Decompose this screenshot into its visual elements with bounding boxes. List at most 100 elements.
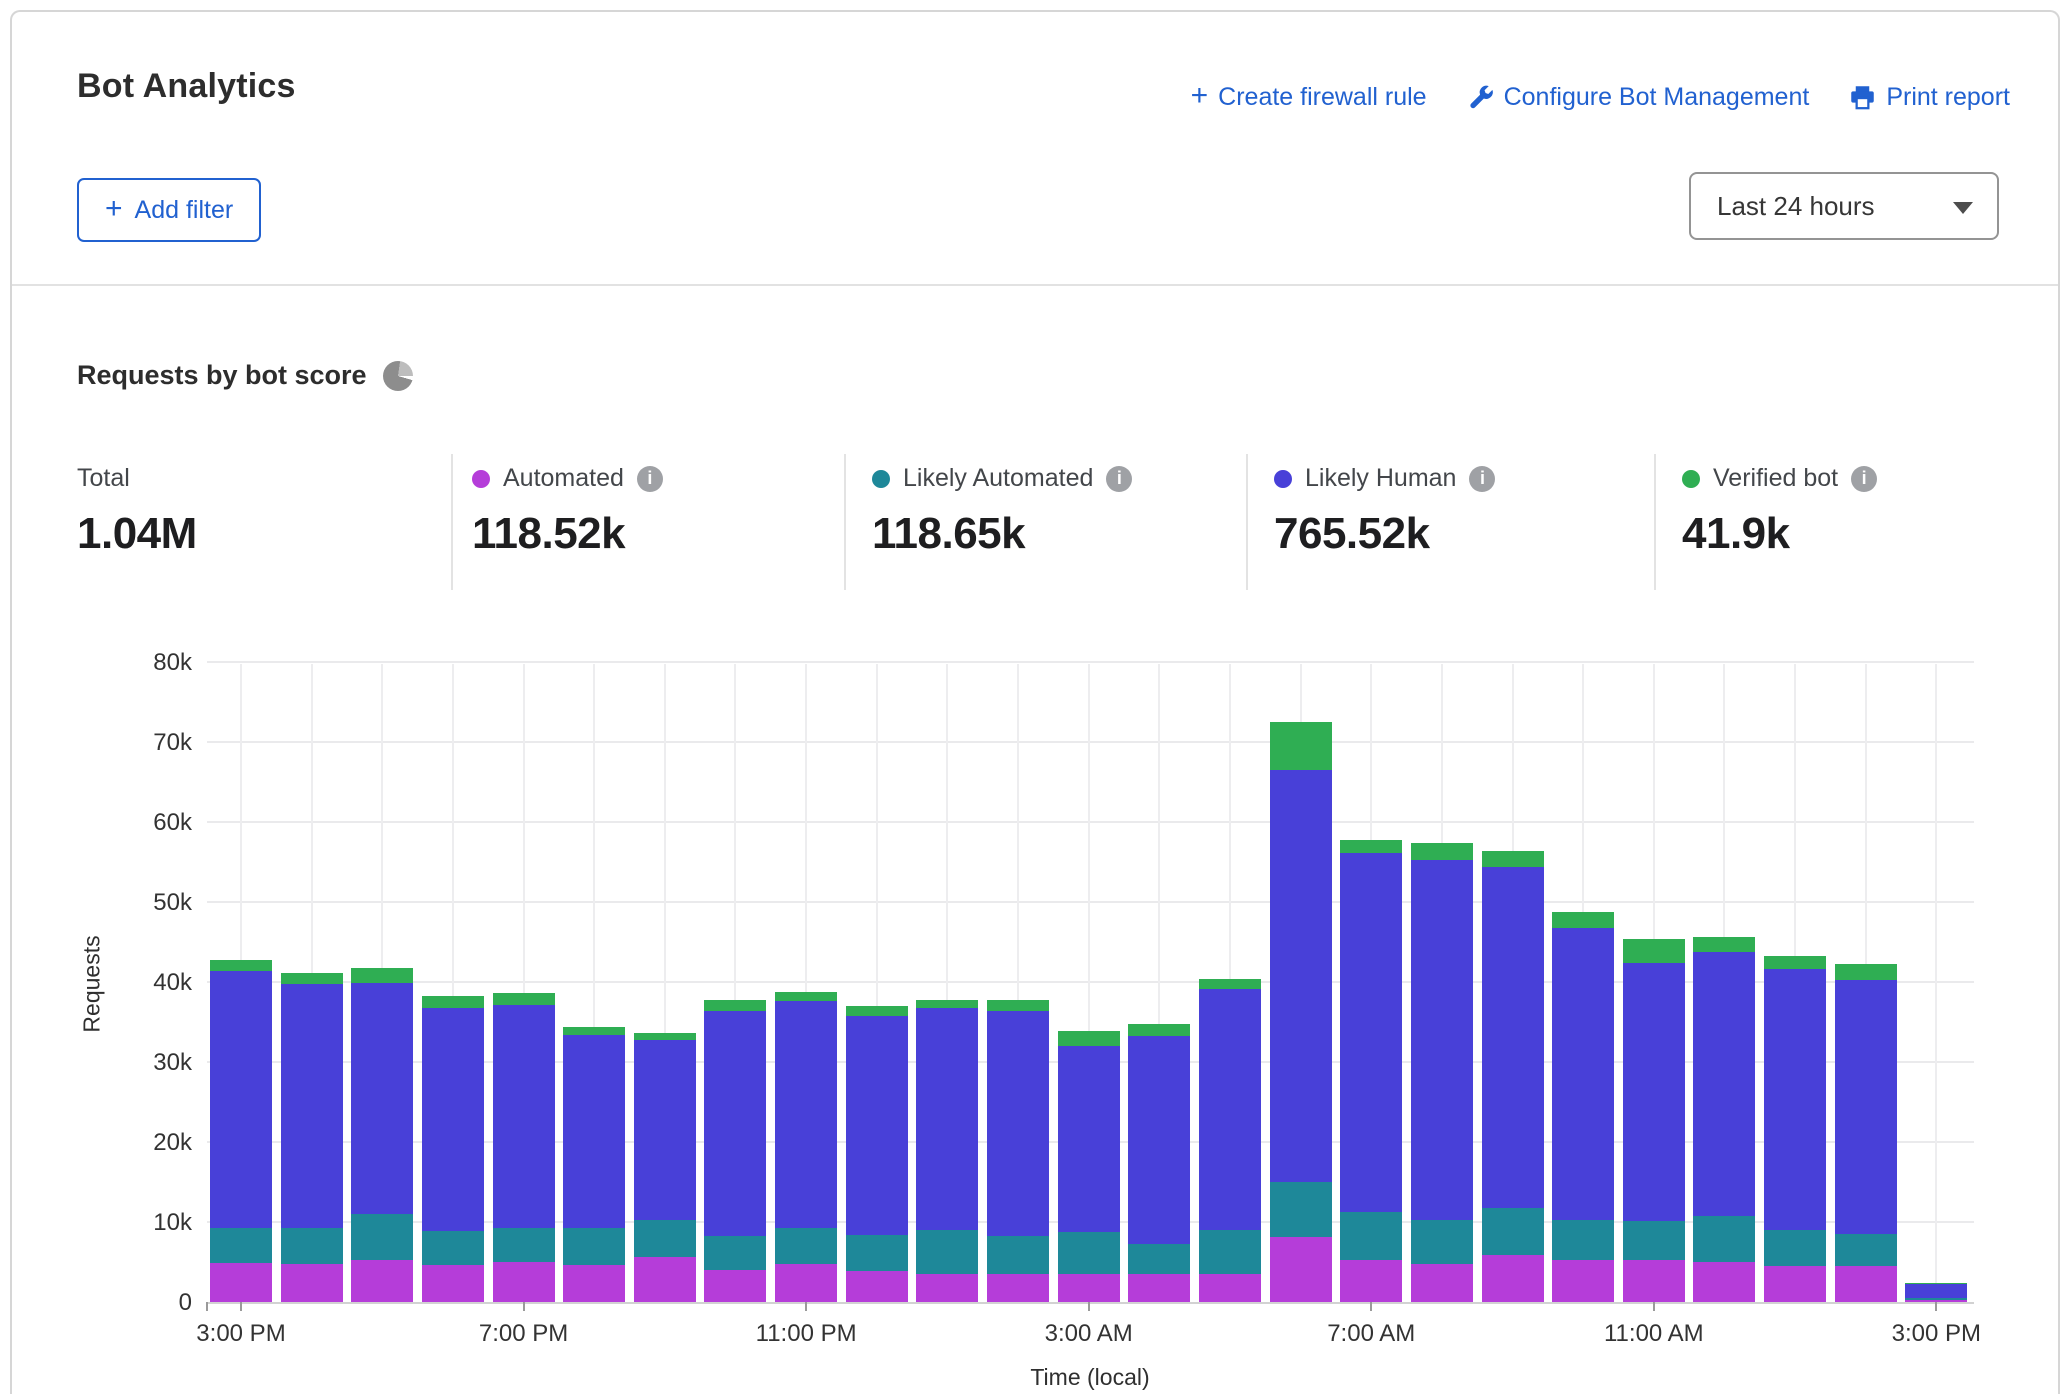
bar-7-00-pm[interactable] bbox=[493, 662, 555, 1302]
stat-likely-human: Likely Human 765.52k bbox=[1274, 464, 1495, 559]
bar-4-00-pm[interactable] bbox=[281, 662, 343, 1302]
bar-10-00-pm[interactable] bbox=[704, 662, 766, 1302]
y-axis-tick-label: 50k bbox=[92, 889, 192, 917]
stat-total: Total 1.04M bbox=[77, 464, 197, 559]
bar-3-00-am[interactable] bbox=[1058, 662, 1120, 1302]
bar-segment-likely-automated bbox=[493, 1228, 555, 1262]
y-axis-tick-label: 80k bbox=[92, 649, 192, 677]
section-title: Requests by bot score bbox=[77, 360, 367, 391]
plus-icon: + bbox=[1191, 81, 1209, 111]
bar-9-00-pm[interactable] bbox=[634, 662, 696, 1302]
bar-8-00-am[interactable] bbox=[1411, 662, 1473, 1302]
configure-bot-management-link[interactable]: Configure Bot Management bbox=[1467, 83, 1810, 112]
info-icon[interactable] bbox=[1469, 466, 1495, 492]
add-filter-button[interactable]: + Add filter bbox=[77, 178, 261, 242]
bar-segment-likely-human bbox=[1835, 980, 1897, 1234]
bar-segment-likely-human bbox=[351, 983, 413, 1214]
stat-total-label: Total bbox=[77, 464, 130, 493]
bar-segment-automated bbox=[634, 1257, 696, 1302]
bar-2-00-am[interactable] bbox=[987, 662, 1049, 1302]
bar-segment-likely-human bbox=[1199, 989, 1261, 1230]
bar-segment-automated bbox=[1058, 1274, 1120, 1302]
bar-segment-automated bbox=[1623, 1260, 1685, 1302]
x-axis-tick-label: 11:00 AM bbox=[1604, 1320, 1704, 1348]
bar-segment-likely-human bbox=[775, 1001, 837, 1228]
bar-12-00-am[interactable] bbox=[846, 662, 908, 1302]
bar-8-00-pm[interactable] bbox=[563, 662, 625, 1302]
info-icon[interactable] bbox=[1106, 466, 1132, 492]
info-icon[interactable] bbox=[1851, 466, 1877, 492]
x-axis-tick bbox=[1935, 1302, 1937, 1311]
x-axis-tick bbox=[805, 1302, 807, 1311]
bar-segment-verified-bot bbox=[1905, 1283, 1967, 1284]
y-axis-tick-label: 40k bbox=[92, 969, 192, 997]
y-axis-tick-label: 60k bbox=[92, 809, 192, 837]
bar-segment-likely-automated bbox=[987, 1236, 1049, 1274]
bar-11-00-pm[interactable] bbox=[775, 662, 837, 1302]
x-axis-tick-label: 11:00 PM bbox=[756, 1320, 857, 1348]
bar-6-00-pm[interactable] bbox=[422, 662, 484, 1302]
bar-segment-verified-bot bbox=[634, 1033, 696, 1040]
bar-segment-likely-human bbox=[1270, 770, 1332, 1182]
stat-divider bbox=[844, 454, 846, 590]
bar-segment-likely-human bbox=[1411, 860, 1473, 1220]
info-icon[interactable] bbox=[637, 466, 663, 492]
bar-5-00-am[interactable] bbox=[1199, 662, 1261, 1302]
bar-10-00-am[interactable] bbox=[1552, 662, 1614, 1302]
bar-segment-automated bbox=[563, 1265, 625, 1302]
bar-6-00-am[interactable] bbox=[1270, 662, 1332, 1302]
bar-segment-likely-automated bbox=[281, 1228, 343, 1264]
bar-1-00-pm[interactable] bbox=[1764, 662, 1826, 1302]
bar-2-00-pm[interactable] bbox=[1835, 662, 1897, 1302]
bar-7-00-am[interactable] bbox=[1340, 662, 1402, 1302]
y-axis-tick-label: 0 bbox=[92, 1289, 192, 1317]
bar-5-00-pm[interactable] bbox=[351, 662, 413, 1302]
bar-segment-automated bbox=[1693, 1262, 1755, 1302]
stat-likely-automated-value: 118.65k bbox=[872, 509, 1132, 559]
bar-4-00-am[interactable] bbox=[1128, 662, 1190, 1302]
bar-segment-likely-human bbox=[210, 971, 272, 1228]
create-firewall-rule-link[interactable]: + Create firewall rule bbox=[1191, 82, 1427, 112]
x-axis-tick-label: 3:00 AM bbox=[1045, 1320, 1133, 1348]
time-range-value: Last 24 hours bbox=[1717, 191, 1875, 222]
print-report-link[interactable]: Print report bbox=[1849, 83, 2010, 112]
print-report-label: Print report bbox=[1886, 83, 2010, 112]
x-axis-tick-label: 3:00 PM bbox=[1892, 1320, 1981, 1348]
x-axis-origin-tick bbox=[206, 1302, 208, 1311]
stat-automated-value: 118.52k bbox=[472, 509, 663, 559]
bar-segment-automated bbox=[422, 1265, 484, 1302]
stat-divider bbox=[1246, 454, 1248, 590]
x-axis-tick-label: 7:00 AM bbox=[1327, 1320, 1415, 1348]
bar-segment-likely-human bbox=[1058, 1046, 1120, 1232]
bar-3-00-pm[interactable] bbox=[210, 662, 272, 1302]
bar-segment-likely-automated bbox=[1199, 1230, 1261, 1274]
bar-segment-likely-automated bbox=[1058, 1232, 1120, 1274]
stat-likely-human-label: Likely Human bbox=[1305, 464, 1456, 493]
likely-human-color-dot bbox=[1274, 470, 1292, 488]
x-axis-tick bbox=[240, 1302, 242, 1311]
bar-segment-automated bbox=[987, 1274, 1049, 1302]
requests-by-bot-score-chart: 3:00 PM7:00 PM11:00 PM3:00 AM7:00 AM11:0… bbox=[207, 664, 1974, 1304]
time-range-select[interactable]: Last 24 hours bbox=[1689, 172, 1999, 240]
x-axis-tick bbox=[523, 1302, 525, 1311]
bar-3-00-pm[interactable] bbox=[1905, 662, 1967, 1302]
bar-segment-likely-human bbox=[634, 1040, 696, 1219]
stat-divider bbox=[1654, 454, 1656, 590]
bar-1-00-am[interactable] bbox=[916, 662, 978, 1302]
y-axis-tick-label: 10k bbox=[92, 1209, 192, 1237]
bar-segment-verified-bot bbox=[422, 996, 484, 1007]
bar-segment-likely-human bbox=[846, 1016, 908, 1235]
bar-9-00-am[interactable] bbox=[1482, 662, 1544, 1302]
caret-down-icon bbox=[1953, 202, 1973, 214]
bar-12-00-pm[interactable] bbox=[1693, 662, 1755, 1302]
bar-segment-verified-bot bbox=[493, 993, 555, 1005]
bar-segment-likely-automated bbox=[1905, 1298, 1967, 1300]
bar-segment-verified-bot bbox=[1058, 1031, 1120, 1046]
bar-segment-verified-bot bbox=[1340, 840, 1402, 854]
bar-segment-likely-automated bbox=[1693, 1216, 1755, 1262]
bar-segment-likely-automated bbox=[704, 1236, 766, 1270]
y-axis-tick-label: 20k bbox=[92, 1129, 192, 1157]
bar-segment-likely-human bbox=[1482, 867, 1544, 1208]
stat-likely-automated-label: Likely Automated bbox=[903, 464, 1093, 493]
bar-11-00-am[interactable] bbox=[1623, 662, 1685, 1302]
